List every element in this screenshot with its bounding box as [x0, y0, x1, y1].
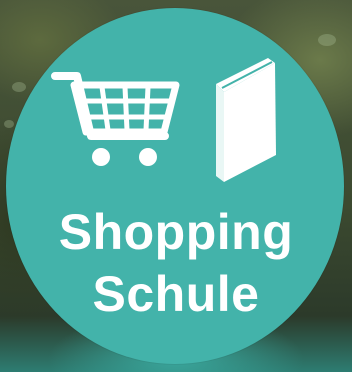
book-icon	[216, 58, 276, 182]
badge-title-line-1: Shopping	[58, 204, 294, 260]
shopping-cart-icon	[51, 72, 180, 166]
badge-title-line-2: Schule	[92, 266, 260, 322]
